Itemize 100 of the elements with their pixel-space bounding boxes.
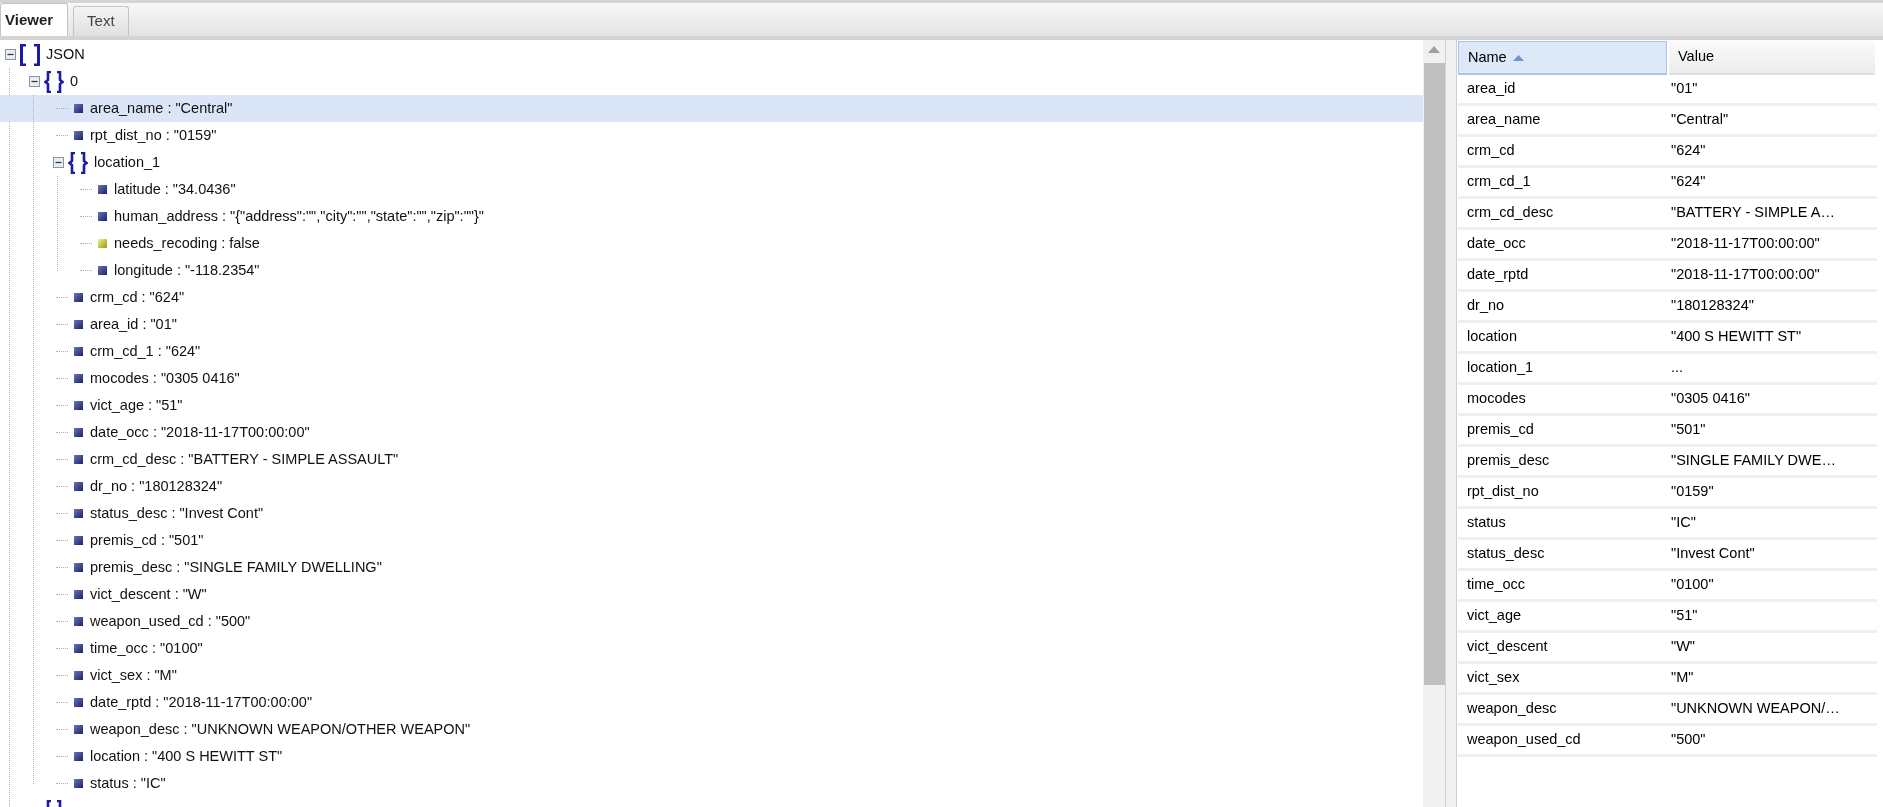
collapse-icon[interactable]: [29, 76, 40, 87]
node-label: location_1: [93, 152, 161, 172]
square-icon: [98, 266, 107, 275]
table-cell-text: "2018-11-17T00:00:00": [1670, 234, 1821, 254]
tree-row[interactable]: mocodes : "0305 0416": [0, 365, 1423, 392]
tree-row[interactable]: 0: [0, 68, 1423, 95]
tree-row[interactable]: dr_no : "180128324": [0, 473, 1423, 500]
splitter[interactable]: [1445, 40, 1457, 807]
tab[interactable]: Viewer: [0, 3, 69, 36]
table-cell-text: "400 S HEWITT ST": [1670, 327, 1803, 347]
table-cell-text: area_id: [1466, 79, 1517, 99]
tree-row[interactable]: vict_age : "51": [0, 392, 1423, 419]
property-label: crm_cd : "624": [89, 287, 185, 307]
table-cell-text: "Central": [1670, 110, 1730, 130]
tree-row[interactable]: human_address : "{"address":"","city":"","state":"","zip":""}": [0, 203, 1423, 230]
collapse-icon[interactable]: [5, 49, 16, 60]
table-cell-text: rpt_dist_no: [1466, 482, 1540, 502]
column-header[interactable]: Value: [1669, 41, 1875, 75]
square-icon: [74, 401, 83, 410]
property-label: area_id : "01": [89, 314, 177, 334]
square-icon: [74, 644, 83, 653]
table-cell-text: mocodes: [1466, 389, 1527, 409]
scrollbar-thumb[interactable]: [1423, 63, 1445, 685]
scrollbar[interactable]: [1423, 40, 1445, 807]
table-cell-text: "180128324": [1670, 296, 1755, 316]
tree-row[interactable]: rpt_dist_no : "0159": [0, 122, 1423, 149]
tree-row[interactable]: crm_cd : "624": [0, 284, 1423, 311]
tree-row[interactable]: status_desc : "Invest Cont": [0, 500, 1423, 527]
table-cell-text: status_desc: [1466, 544, 1546, 564]
tree-row[interactable]: latitude : "34.0436": [0, 176, 1423, 203]
square-icon: [74, 104, 83, 113]
tree-row[interactable]: area_id : "01": [0, 311, 1423, 338]
table-cell-text: "W": [1670, 637, 1696, 657]
square-icon: [74, 320, 83, 329]
property-label: human_address : "{"address":"","city":"","state":"","zip":""}": [113, 206, 484, 226]
table-cell-text: "UNKNOWN WEAPON/…: [1670, 699, 1841, 719]
table-cell-text: vict_descent: [1466, 637, 1549, 657]
tree-row[interactable]: weapon_desc : "UNKNOWN WEAPON/OTHER WEAPON": [0, 716, 1423, 743]
sort-ascending-icon: [1512, 54, 1524, 61]
tree-row[interactable]: vict_descent : "W": [0, 581, 1423, 608]
table-cell-text: location_1: [1466, 358, 1535, 378]
tree-row[interactable]: area_name : "Central": [0, 95, 1423, 122]
property-label: premis_desc : "SINGLE FAMILY DWELLING": [89, 557, 382, 577]
table-cell-text: "IC": [1670, 513, 1697, 533]
tree-row[interactable]: JSON: [0, 41, 1423, 68]
tab[interactable]: Text: [73, 6, 129, 36]
table-cell-text: ...: [1670, 358, 1685, 378]
square-icon: [74, 347, 83, 356]
tree-row[interactable]: premis_cd : "501": [0, 527, 1423, 554]
tree-row[interactable]: premis_desc : "SINGLE FAMILY DWELLING": [0, 554, 1423, 581]
tree-row[interactable]: vict_sex : "M": [0, 662, 1423, 689]
square-icon: [74, 536, 83, 545]
property-label: crm_cd_1 : "624": [89, 341, 201, 361]
property-label: time_occ : "0100": [89, 638, 203, 658]
table-cell-text: "2018-11-17T00:00:00": [1670, 265, 1821, 285]
column-header[interactable]: Name: [1458, 41, 1667, 75]
tree-row[interactable]: crm_cd_desc : "BATTERY - SIMPLE ASSAULT": [0, 446, 1423, 473]
property-label: longitude : "-118.2354": [113, 260, 260, 280]
table-cell-text: "M": [1670, 668, 1695, 688]
tree-row[interactable]: crm_cd_1 : "624": [0, 338, 1423, 365]
scroll-up-icon[interactable]: [1428, 46, 1440, 53]
square-icon: [74, 725, 83, 734]
tree-row[interactable]: needs_recoding : false: [0, 230, 1423, 257]
square-icon: [74, 509, 83, 518]
square-icon: [74, 590, 83, 599]
square-icon: [74, 428, 83, 437]
tree-row[interactable]: date_rptd : "2018-11-17T00:00:00": [0, 689, 1423, 716]
table-cell-text: "Invest Cont": [1670, 544, 1756, 564]
table-cell-text: crm_cd_1: [1466, 172, 1532, 192]
table-cell-text: weapon_used_cd: [1466, 730, 1582, 750]
property-label: area_name : "Central": [89, 98, 233, 118]
tree-row[interactable]: date_occ : "2018-11-17T00:00:00": [0, 419, 1423, 446]
property-label: latitude : "34.0436": [113, 179, 236, 199]
tree-row[interactable]: time_occ : "0100": [0, 635, 1423, 662]
tree-row[interactable]: location : "400 S HEWITT ST": [0, 743, 1423, 770]
table-cell-text: "0305 0416": [1670, 389, 1751, 409]
square-icon: [74, 752, 83, 761]
property-label: status : "IC": [89, 773, 166, 793]
table-cell-text: premis_cd: [1466, 420, 1535, 440]
tree-row[interactable]: location_1: [0, 149, 1423, 176]
tree-row[interactable]: status : "IC": [0, 770, 1423, 797]
table-cell-text: location: [1466, 327, 1518, 347]
node-label: 0: [69, 71, 79, 91]
table-cell-text: "BATTERY - SIMPLE A…: [1670, 203, 1836, 223]
property-label: rpt_dist_no : "0159": [89, 125, 217, 145]
table-cell-text: crm_cd: [1466, 141, 1516, 161]
tree-row[interactable]: longitude : "-118.2354": [0, 257, 1423, 284]
table-cell-text: "SINGLE FAMILY DWE…: [1670, 451, 1837, 471]
square-icon: [74, 671, 83, 680]
table-cell-text: status: [1466, 513, 1507, 533]
collapse-icon[interactable]: [53, 157, 64, 168]
property-label: vict_age : "51": [89, 395, 183, 415]
square-icon: [98, 239, 107, 248]
braces-icon: [68, 151, 88, 174]
square-icon: [74, 131, 83, 140]
property-label: crm_cd_desc : "BATTERY - SIMPLE ASSAULT": [89, 449, 399, 469]
table-cell-text: vict_sex: [1466, 668, 1521, 688]
table-cell-text: dr_no: [1466, 296, 1506, 316]
tree-row[interactable]: weapon_used_cd : "500": [0, 608, 1423, 635]
property-label: dr_no : "180128324": [89, 476, 223, 496]
